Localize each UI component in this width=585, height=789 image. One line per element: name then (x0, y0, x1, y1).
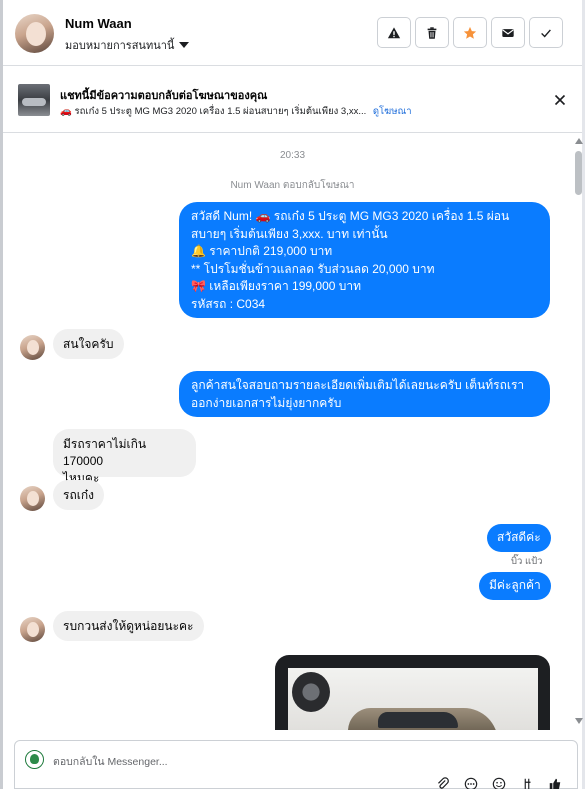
assign-dropdown[interactable]: มอบหมายการสนทนานี้ (65, 36, 190, 54)
message-bubble-incoming[interactable]: รบกวนส่งให้ดูหน่อยนะคะ (53, 611, 204, 641)
delete-button[interactable] (415, 17, 449, 48)
like-icon[interactable] (547, 777, 563, 789)
message-bubble-outgoing[interactable]: สวัสดี Num! 🚗 รถเก๋ง 5 ประตู MG MG3 2020… (179, 202, 550, 318)
more-icon[interactable] (463, 777, 479, 789)
contact-avatar-small[interactable] (20, 335, 45, 360)
star-icon (463, 26, 477, 39)
message-thread[interactable]: 20:33 Num Waan ตอบกลับโฆษณา สวัสดี Num! … (3, 133, 582, 730)
scroll-down-arrow-icon[interactable] (575, 718, 583, 724)
ad-banner-subtitle: 🚗 รถเก๋ง 5 ประตู MG MG3 2020 เครื่อง 1.5… (60, 104, 412, 119)
message-bubble-outgoing[interactable]: มีค่ะลูกค้า (479, 572, 551, 600)
contact-avatar-small[interactable] (20, 486, 45, 511)
message-line: 🎀 เหลือเพียงราคา 199,000 บาท (191, 279, 362, 293)
message-bubble-incoming[interactable]: รถเก๋ง (53, 480, 104, 510)
envelope-icon (502, 28, 514, 37)
close-icon[interactable] (552, 92, 568, 108)
message-timestamp: 20:33 (279, 150, 306, 161)
mark-done-button[interactable] (529, 17, 563, 48)
view-ad-link[interactable]: ดูโฆษณา (373, 106, 412, 117)
contact-avatar-small[interactable] (20, 617, 45, 642)
message-line: ** โปรโมชั่นข้าวแลกลด รับส่วนลด 20,000 บ… (191, 261, 435, 276)
photo-attachment[interactable] (275, 655, 550, 730)
message-line: สบายๆ เริ่มต้นเพียง 3,xxx. บาท เท่านั้น (191, 226, 388, 241)
assign-label: มอบหมายการสนทนานี้ (65, 40, 175, 52)
ad-reply-note: Num Waan ตอบกลับโฆษณา (230, 180, 355, 191)
gif-icon[interactable] (519, 777, 535, 789)
ad-banner-title: แชทนี้มีข้อความตอบกลับต่อโฆษณาของคุณ (60, 90, 268, 102)
message-line: ออกง่ายเอกสารไม่ยุ่งยากครับ (191, 395, 342, 410)
message-line: มีรถราคาไม่เกิน 170000 (63, 437, 147, 468)
car-photo (288, 668, 538, 730)
message-bubble-incoming[interactable]: มีรถราคาไม่เกิน 170000 ไหมคะ (53, 429, 196, 485)
contact-avatar[interactable] (15, 14, 54, 53)
message-bubble-outgoing[interactable]: สวัสดีค่ะ (487, 524, 551, 552)
message-line: 🔔 ราคาปกติ 219,000 บาท (191, 244, 333, 258)
spam-button[interactable] (377, 17, 411, 48)
message-line: สวัสดี Num! 🚗 รถเก๋ง 5 ประตู MG MG3 2020… (191, 209, 510, 223)
check-icon (541, 28, 551, 38)
caret-down-icon (179, 42, 190, 48)
message-bubble-incoming[interactable]: สนใจครับ (53, 329, 124, 359)
message-line: ลูกค้าสนใจสอบถามรายละเอียดเพิ่มเติมได้เล… (191, 378, 525, 392)
page-avatar-icon (25, 750, 44, 769)
trash-icon (427, 26, 437, 39)
ad-subtitle-text: 🚗 รถเก๋ง 5 ประตู MG MG3 2020 เครื่อง 1.5… (60, 106, 367, 117)
message-line: รหัสรถ : C034 (191, 296, 266, 311)
scroll-up-arrow-icon[interactable] (575, 138, 583, 144)
composer-toolbar (435, 777, 563, 789)
attach-icon[interactable] (435, 777, 451, 789)
chat-scrollbar[interactable] (575, 133, 583, 730)
ad-thumbnail[interactable] (18, 84, 50, 116)
star-button[interactable] (453, 17, 487, 48)
contact-name[interactable]: Num Waan (65, 16, 132, 31)
message-composer[interactable]: ตอบกลับใน Messenger... (14, 740, 578, 789)
ad-reply-banner: แชทนี้มีข้อความตอบกลับต่อโฆษณาของคุณ 🚗 ร… (3, 67, 582, 133)
scroll-thumb[interactable] (575, 151, 582, 195)
emoji-icon[interactable] (491, 777, 507, 789)
warning-icon (387, 26, 401, 38)
message-bubble-outgoing[interactable]: ลูกค้าสนใจสอบถามรายละเอียดเพิ่มเติมได้เล… (179, 371, 550, 417)
mark-unread-button[interactable] (491, 17, 525, 48)
reply-input[interactable]: ตอบกลับใน Messenger... (53, 753, 168, 770)
conversation-header: Num Waan มอบหมายการสนทนานี้ (3, 0, 582, 66)
sender-name: บิ๊ว แป้ว (511, 556, 543, 567)
